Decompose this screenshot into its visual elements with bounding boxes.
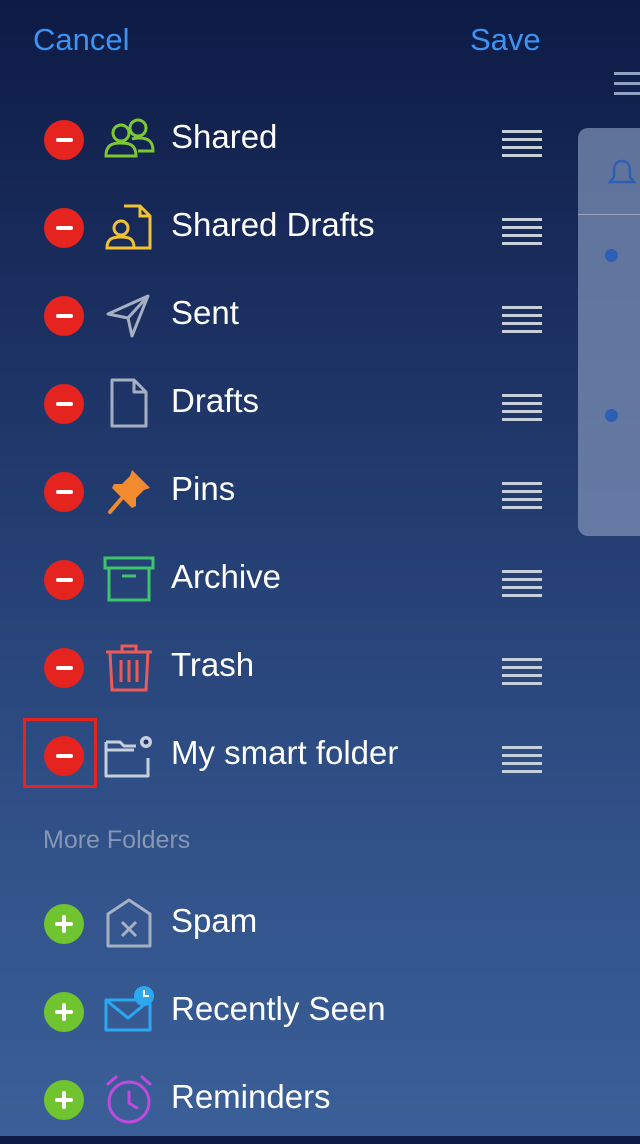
folder-label: Shared [171,118,278,155]
remove-folder-button[interactable] [44,648,84,688]
unread-dot [605,409,618,422]
document-icon [110,378,148,428]
reorder-handle[interactable] [502,746,542,778]
folder-row-reminders: Reminders [0,1056,575,1144]
pin-icon [108,470,150,514]
navigation-bar: Cancel Save [0,0,640,90]
reorder-handle[interactable] [502,306,542,338]
folder-label: Drafts [171,382,260,419]
reorder-handle[interactable] [502,218,542,250]
background-menu-icon [614,72,640,102]
remove-folder-button[interactable] [44,208,84,248]
alarm-clock-icon [106,1075,152,1124]
folder-label: Trash [171,646,255,683]
remove-folder-button[interactable] [44,472,84,512]
paper-plane-icon [106,294,150,338]
folder-row-pins: Pins [0,448,575,536]
add-folder-button[interactable] [44,992,84,1032]
folder-row-sent: Sent [0,272,575,360]
background-panel [578,128,640,536]
background-divider [578,214,640,215]
cancel-button[interactable]: Cancel [33,22,130,58]
archive-box-icon [103,556,155,602]
trash-icon [106,644,152,692]
reorder-handle[interactable] [502,658,542,690]
remove-folder-button[interactable] [44,384,84,424]
folder-label: Shared Drafts [171,206,375,243]
folder-label: Reminders [171,1078,331,1115]
spam-icon [106,898,152,948]
unread-dot [605,249,618,262]
folder-label: Archive [171,558,282,595]
add-folder-button[interactable] [44,904,84,944]
section-title-more-folders: More Folders [43,826,191,854]
remove-folder-button[interactable] [44,296,84,336]
selection-highlight [23,718,97,788]
smart-folder-icon [104,736,152,778]
reorder-handle[interactable] [502,130,542,162]
folder-row-spam: Spam [0,880,575,968]
folder-label: Spam [171,902,258,939]
reorder-handle[interactable] [502,570,542,602]
reorder-handle[interactable] [502,394,542,426]
folder-label: My smart folder [171,734,399,771]
add-folder-button[interactable] [44,1080,84,1120]
folder-label: Pins [171,470,236,507]
folder-label: Recently Seen [171,990,386,1027]
folder-label: Sent [171,294,239,331]
recently-seen-icon [104,986,154,1032]
folder-row-shared: Shared [0,96,575,184]
remove-folder-button[interactable] [44,120,84,160]
reorder-handle[interactable] [502,482,542,514]
folder-row-drafts: Drafts [0,360,575,448]
folder-row-recently-seen: Recently Seen [0,968,575,1056]
shared-people-icon [104,118,155,158]
folder-row-archive: Archive [0,536,575,624]
folder-row-trash: Trash [0,624,575,712]
save-button[interactable]: Save [470,22,541,58]
shared-drafts-icon [105,204,152,250]
bell-icon [608,159,636,184]
folder-row-shared-drafts: Shared Drafts [0,184,575,272]
remove-folder-button[interactable] [44,560,84,600]
